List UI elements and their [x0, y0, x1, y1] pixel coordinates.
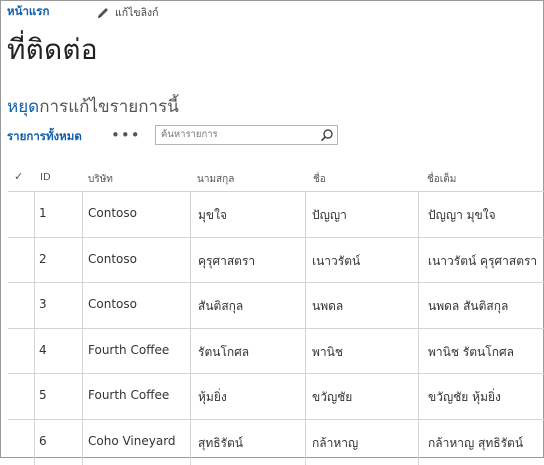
search-input[interactable]: [161, 129, 311, 140]
stop-editing-rest: การแก้ไขรายการนี้: [39, 97, 179, 117]
cell-id[interactable]: 1: [34, 192, 83, 237]
cell-id[interactable]: 4: [34, 328, 83, 374]
column-header-first-name[interactable]: ชื่อ: [313, 172, 326, 187]
cell-id[interactable]: 5: [34, 374, 83, 419]
cell-company[interactable]: Fourth Coffee: [82, 374, 191, 419]
cell-company-text: Fourth Coffee: [88, 388, 170, 403]
cell-full-name[interactable]: ปัญญา มุขใจ: [418, 192, 544, 237]
cell-full-name[interactable]: พานิช รัตนโกศล: [418, 329, 544, 374]
table-row[interactable]: 5 Fourth Coffee หุ้มยิ่ง ขวัญชัย ขวัญชัย…: [8, 373, 544, 419]
more-options-button[interactable]: •••: [111, 126, 141, 144]
page-title: ที่ติดต่อ: [7, 33, 98, 66]
cell-last-name-text: หุ้มยิ่ง: [198, 390, 227, 405]
cell-id-text: 6: [39, 433, 47, 448]
cell-last-name[interactable]: คุรุศาสตรา: [190, 237, 306, 283]
cell-first-name-text: ขวัญชัย: [312, 390, 353, 405]
cell-first-name-text: เนาวรัตน์: [312, 253, 361, 268]
pencil-icon: [98, 7, 108, 18]
table-row[interactable]: 1 Contoso มุขใจ ปัญญา ปัญญา มุขใจ: [8, 191, 544, 237]
cell-first-name[interactable]: ขวัญชัย: [305, 374, 419, 419]
view-bar: รายการทั้งหมด: [7, 128, 82, 146]
cell-full-name-text: เนาวรัตน์ คุรุศาสตรา: [428, 253, 538, 268]
cell-full-name[interactable]: เนาวรัตน์ คุรุศาสตรา: [418, 238, 544, 283]
search-icon[interactable]: [320, 128, 334, 142]
column-header-company[interactable]: บริษัท: [88, 172, 113, 187]
top-nav: หน้าแรก: [7, 4, 49, 20]
cell-last-name-text: สุทธิรัตน์: [198, 435, 243, 450]
cell-full-name-text: ปัญญา มุขใจ: [428, 208, 496, 222]
cell-first-name[interactable]: พานิช: [305, 328, 419, 374]
cell-full-name-text: ขวัญชัย หุ้มยิ่ง: [428, 390, 501, 405]
cell-id[interactable]: 3: [34, 283, 83, 328]
cell-first-name-text: พานิช: [312, 344, 343, 359]
cell-id-text: 1: [39, 206, 47, 220]
stop-editing-text: หยุดการแก้ไขรายการนี้: [7, 93, 179, 120]
cell-last-name[interactable]: หุ้มยิ่ง: [190, 374, 306, 419]
row-select-cell[interactable]: [8, 328, 35, 374]
cell-id-text: 4: [39, 342, 47, 357]
cell-last-name-text: คุรุศาสตรา: [198, 253, 256, 268]
cell-id[interactable]: 2: [34, 237, 83, 283]
search-box: [155, 125, 338, 145]
row-select-cell[interactable]: [8, 192, 35, 237]
cell-first-name[interactable]: ปัญญา: [305, 192, 419, 237]
cell-company-text: Contoso: [88, 251, 137, 266]
column-header-id[interactable]: ID: [40, 172, 51, 183]
table-row[interactable]: 3 Contoso สันติสกุล นพดล นพดล สันติสกุล: [8, 282, 544, 328]
cell-last-name-text: รัตนโกศล: [198, 344, 250, 359]
cell-last-name[interactable]: มุขใจ: [190, 192, 306, 237]
cell-company[interactable]: Contoso: [82, 192, 191, 237]
column-header-row: ✓ ID บริษัท นามสกุล ชื่อ ชื่อเต็ม: [0, 168, 544, 190]
cell-first-name[interactable]: เนาวรัตน์: [305, 237, 419, 283]
cell-company-text: Fourth Coffee: [88, 342, 170, 357]
cell-first-name-text: ปัญญา: [312, 208, 347, 222]
cell-id-text: 2: [39, 251, 47, 266]
column-header-full-name[interactable]: ชื่อเต็ม: [427, 172, 456, 187]
cell-id-text: 5: [39, 388, 47, 403]
edit-links-label: แก้ไขลิงก์: [115, 7, 159, 19]
column-header-last-name[interactable]: นามสกุล: [197, 172, 234, 187]
all-items-view-link[interactable]: รายการทั้งหมด: [7, 128, 82, 146]
cell-first-name-text: นพดล: [312, 299, 344, 314]
select-all-checkmark[interactable]: ✓: [14, 170, 23, 183]
cell-company-text: Coho Vineyard: [88, 433, 176, 448]
table-row[interactable]: 2 Contoso คุรุศาสตรา เนาวรัตน์ เนาวรัตน์…: [8, 236, 544, 283]
cell-full-name[interactable]: ขวัญชัย หุ้มยิ่ง: [418, 374, 544, 419]
cell-company[interactable]: Contoso: [82, 237, 191, 283]
contacts-grid: 1 Contoso มุขใจ ปัญญา ปัญญา มุขใจ 2 Cont…: [8, 191, 544, 465]
row-select-cell[interactable]: [8, 237, 35, 283]
cell-first-name[interactable]: นพดล: [305, 283, 419, 328]
cell-last-name[interactable]: รัตนโกศล: [190, 328, 306, 374]
cell-full-name-text: กล้าหาญ สุทธิรัตน์: [428, 435, 524, 450]
cell-full-name-text: นพดล สันติสกุล: [428, 299, 509, 314]
row-select-cell[interactable]: [8, 283, 35, 328]
cell-company-text: Contoso: [88, 297, 137, 312]
cell-full-name-text: พานิช รัตนโกศล: [428, 344, 514, 359]
stop-editing-link[interactable]: หยุด: [7, 97, 39, 117]
cell-company[interactable]: Contoso: [82, 283, 191, 328]
cell-last-name[interactable]: สันติสกุล: [190, 283, 306, 328]
cell-last-name-text: สันติสกุล: [198, 299, 244, 314]
cell-last-name-text: มุขใจ: [198, 208, 228, 222]
cell-first-name-text: กล้าหาญ: [312, 435, 359, 450]
table-row[interactable]: 4 Fourth Coffee รัตนโกศล พานิช พานิช รัต…: [8, 327, 544, 374]
cell-id-text: 3: [39, 297, 47, 312]
row-select-cell[interactable]: [8, 374, 35, 419]
home-link[interactable]: หน้าแรก: [7, 3, 49, 21]
edit-links-button[interactable]: แก้ไขลิงก์: [96, 4, 159, 21]
cell-company[interactable]: Fourth Coffee: [82, 328, 191, 374]
cell-company-text: Contoso: [88, 206, 137, 220]
cell-full-name[interactable]: นพดล สันติสกุล: [418, 283, 544, 328]
